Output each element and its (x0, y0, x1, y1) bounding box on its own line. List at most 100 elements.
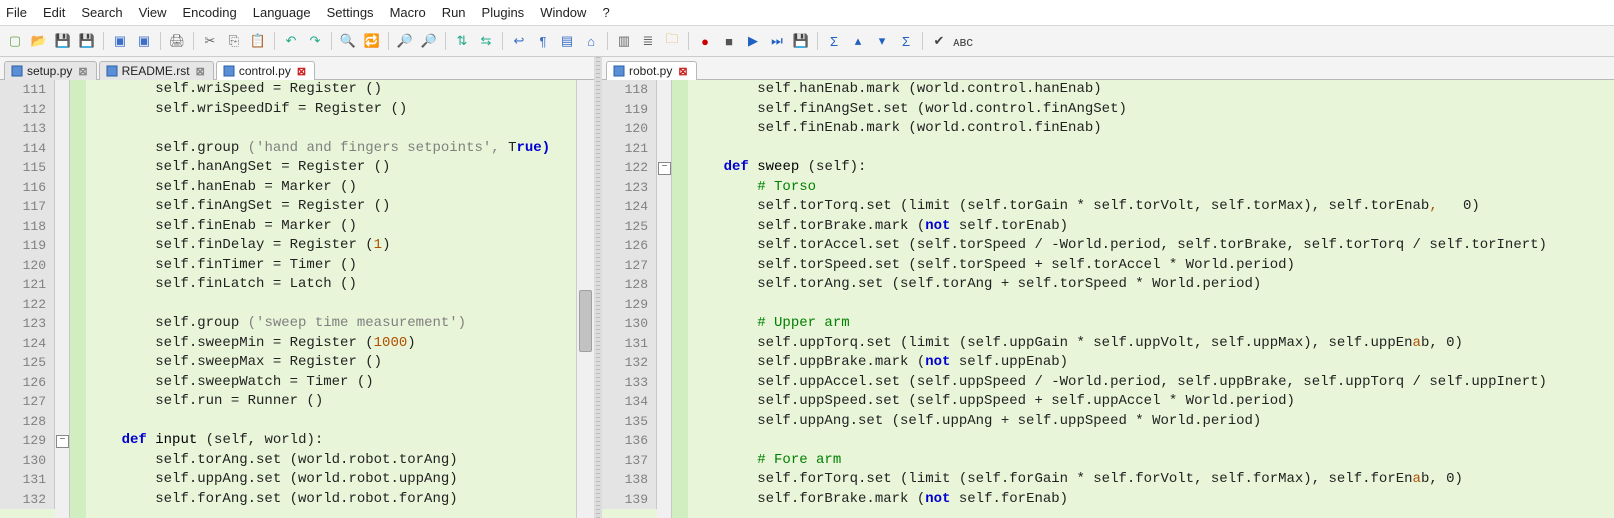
code-line[interactable]: self.finAngSet = Register () (88, 197, 576, 217)
close-all-icon[interactable]: ▣ (133, 30, 155, 52)
code-line[interactable]: self.uppSpeed.set (self.uppSpeed + self.… (690, 392, 1614, 412)
redo-icon[interactable]: ↷ (304, 30, 326, 52)
fold-column[interactable]: − (657, 80, 672, 518)
menu-settings[interactable]: Settings (327, 5, 374, 20)
toggle-4-icon[interactable]: Σ (895, 30, 917, 52)
open-file-icon[interactable]: 📂 (28, 30, 50, 52)
code-line[interactable]: self.sweepMin = Register (1000) (88, 334, 576, 354)
code-line[interactable]: self.torSpeed.set (self.torSpeed + self.… (690, 256, 1614, 276)
save-macro-icon[interactable]: 💾 (790, 30, 812, 52)
code-line[interactable]: self.finLatch = Latch () (88, 275, 576, 295)
menu-view[interactable]: View (139, 5, 167, 20)
code-line[interactable]: self.forTorq.set (limit (self.forGain * … (690, 470, 1614, 490)
cut-icon[interactable]: ✂ (199, 30, 221, 52)
zoom-out-icon[interactable]: 🔎 (418, 30, 440, 52)
allchars-icon[interactable]: ¶ (532, 30, 554, 52)
play-multi-icon[interactable]: ⏭ (766, 30, 788, 52)
code-line[interactable]: self.sweepWatch = Timer () (88, 373, 576, 393)
code-line[interactable]: self.hanEnab = Marker () (88, 178, 576, 198)
code-line[interactable] (88, 119, 576, 139)
spellcheck-icon[interactable]: ✔ (928, 30, 950, 52)
code-line[interactable]: # Fore arm (690, 451, 1614, 471)
record-macro-icon[interactable]: ● (694, 30, 716, 52)
tab-setup-py[interactable]: setup.py⊠ (4, 61, 97, 80)
code-line[interactable]: self.finEnab = Marker () (88, 217, 576, 237)
code-area-right[interactable]: self.hanEnab.mark (world.control.hanEnab… (688, 80, 1614, 518)
toggle-3-icon[interactable]: ▾ (871, 30, 893, 52)
menu-search[interactable]: Search (81, 5, 122, 20)
sync-v-icon[interactable]: ⇅ (451, 30, 473, 52)
menu-encoding[interactable]: Encoding (183, 5, 237, 20)
scroll-thumb[interactable] (579, 290, 592, 352)
code-line[interactable]: self.forAng.set (world.robot.forAng) (88, 490, 576, 510)
menu-file[interactable]: File (6, 5, 27, 20)
code-line[interactable]: self.group ('hand and fingers setpoints'… (88, 139, 576, 159)
code-line[interactable]: self.sweepMax = Register () (88, 353, 576, 373)
code-line[interactable]: self.finDelay = Register (1) (88, 236, 576, 256)
code-line[interactable]: self.wriSpeedDif = Register () (88, 100, 576, 120)
doc-map-icon[interactable]: ▥ (613, 30, 635, 52)
unsaved-close-icon[interactable]: ⊠ (297, 65, 306, 78)
code-line[interactable]: self.uppAng.set (self.uppAng + self.uppS… (690, 412, 1614, 432)
paste-icon[interactable]: 📋 (247, 30, 269, 52)
folder-view-icon[interactable]: 🗀 (661, 30, 683, 52)
code-line[interactable]: def sweep (self): (690, 158, 1614, 178)
menu-help[interactable]: ? (602, 5, 609, 20)
code-line[interactable]: # Upper arm (690, 314, 1614, 334)
save-icon[interactable]: 💾 (52, 30, 74, 52)
save-all-icon[interactable]: 💾 (76, 30, 98, 52)
close-icon[interactable]: ▣ (109, 30, 131, 52)
code-area-left[interactable]: self.wriSpeed = Register () self.wriSpee… (86, 80, 576, 518)
code-line[interactable] (88, 295, 576, 315)
code-line[interactable] (690, 139, 1614, 159)
code-line[interactable]: self.wriSpeed = Register () (88, 80, 576, 100)
tab-robot-py[interactable]: robot.py⊠ (606, 61, 697, 80)
code-line[interactable] (88, 412, 576, 432)
code-line[interactable]: self.uppAccel.set (self.uppSpeed / -Worl… (690, 373, 1614, 393)
menu-plugins[interactable]: Plugins (482, 5, 525, 20)
code-line[interactable] (690, 295, 1614, 315)
code-line[interactable]: self.finAngSet.set (world.control.finAng… (690, 100, 1614, 120)
editor-right[interactable]: 1181191201211221231241251261271281291301… (602, 80, 1614, 518)
split-handle[interactable] (594, 57, 602, 518)
menu-window[interactable]: Window (540, 5, 586, 20)
code-line[interactable]: self.torAng.set (self.torAng + self.torS… (690, 275, 1614, 295)
tab-control-py[interactable]: control.py⊠ (216, 61, 315, 80)
print-icon[interactable]: 🖨 (166, 30, 188, 52)
menu-edit[interactable]: Edit (43, 5, 65, 20)
code-line[interactable]: def input (self, world): (88, 431, 576, 451)
undo-icon[interactable]: ↶ (280, 30, 302, 52)
code-line[interactable]: self.uppTorq.set (limit (self.uppGain * … (690, 334, 1614, 354)
func-list-icon[interactable]: ≣ (637, 30, 659, 52)
vertical-scrollbar[interactable] (576, 80, 594, 518)
code-line[interactable]: self.torTorq.set (limit (self.torGain * … (690, 197, 1614, 217)
saved-icon[interactable]: ⊠ (78, 65, 87, 78)
lang-icon[interactable]: ⌂ (580, 30, 602, 52)
tab-README-rst[interactable]: README.rst⊠ (99, 61, 214, 80)
toggle-2-icon[interactable]: ▴ (847, 30, 869, 52)
menu-run[interactable]: Run (442, 5, 466, 20)
code-line[interactable]: self.hanAngSet = Register () (88, 158, 576, 178)
stop-macro-icon[interactable]: ■ (718, 30, 740, 52)
find-icon[interactable]: 🔍 (337, 30, 359, 52)
code-line[interactable]: self.uppBrake.mark (not self.uppEnab) (690, 353, 1614, 373)
saved-icon[interactable]: ⊠ (196, 65, 205, 78)
replace-icon[interactable]: 🔁 (361, 30, 383, 52)
code-line[interactable]: # Torso (690, 178, 1614, 198)
menu-language[interactable]: Language (253, 5, 311, 20)
code-line[interactable]: self.finTimer = Timer () (88, 256, 576, 276)
fold-toggle-icon[interactable]: − (658, 162, 671, 175)
code-line[interactable]: self.forBrake.mark (not self.forEnab) (690, 490, 1614, 510)
code-line[interactable]: self.uppAng.set (world.robot.uppAng) (88, 470, 576, 490)
code-line[interactable]: self.hanEnab.mark (world.control.hanEnab… (690, 80, 1614, 100)
fold-column[interactable]: − (55, 80, 70, 518)
code-line[interactable] (690, 431, 1614, 451)
abc-icon[interactable]: ᴀʙᴄ (952, 30, 974, 52)
editor-left[interactable]: 1111121131141151161171181191201211221231… (0, 80, 594, 518)
code-line[interactable]: self.finEnab.mark (world.control.finEnab… (690, 119, 1614, 139)
copy-icon[interactable]: ⎘ (223, 30, 245, 52)
unsaved-close-icon[interactable]: ⊠ (678, 65, 687, 78)
toggle-1-icon[interactable]: Σ (823, 30, 845, 52)
code-line[interactable]: self.torAccel.set (self.torSpeed / -Worl… (690, 236, 1614, 256)
code-line[interactable]: self.run = Runner () (88, 392, 576, 412)
